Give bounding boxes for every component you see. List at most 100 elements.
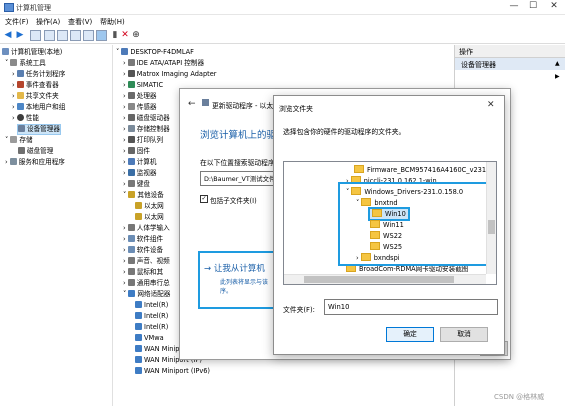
warning-device-icon xyxy=(135,213,142,220)
folder-name-input[interactable]: Win10 xyxy=(324,299,498,315)
device-item[interactable]: 以太网 xyxy=(135,213,164,222)
network-adapter-icon xyxy=(135,356,142,363)
horizontal-scrollbar[interactable] xyxy=(284,274,486,284)
folder-label: 文件夹(F): xyxy=(283,306,315,314)
device-category[interactable]: › 传感器 xyxy=(123,103,157,112)
device-manager-icon xyxy=(18,125,25,132)
tree-services[interactable]: › 服务和应用程序 xyxy=(5,158,65,167)
update-dialog-heading: 浏览计算机上的驱 xyxy=(200,130,277,141)
sound-icon xyxy=(127,257,135,264)
disk-drive-icon xyxy=(127,114,135,121)
include-subfolders-checkbox[interactable]: ✓ xyxy=(200,195,208,203)
device-root[interactable]: ˅ DESKTOP-F4DMLAF xyxy=(116,48,194,57)
device-category[interactable]: › SIMATIC xyxy=(123,81,163,90)
menu-action[interactable]: 操作(A) xyxy=(36,17,60,27)
tree-performance[interactable]: › 性能 xyxy=(12,114,39,123)
other-devices-icon xyxy=(128,191,136,198)
device-category[interactable]: › IDE ATA/ATAPI 控制器 xyxy=(123,59,204,68)
actions-device-manager[interactable]: 设备管理器 ▲ xyxy=(455,58,565,70)
storage-controller-icon xyxy=(127,125,135,132)
device-category[interactable]: › 磁盘驱动器 xyxy=(123,114,170,123)
ide-controller-icon xyxy=(127,59,135,66)
network-adapter-icon xyxy=(135,312,142,319)
collapse-icon[interactable]: ▲ xyxy=(555,60,560,67)
folder-item[interactable]: Firmware_BCM957416A4160C_v231 xyxy=(354,165,486,175)
folder-tree-view[interactable]: Firmware_BCM957416A4160C_v231 › niccli-2… xyxy=(283,161,497,285)
tree-shared-folders[interactable]: › 共享文件夹 xyxy=(12,92,59,101)
device-item[interactable]: WAN Miniport (IPv6) xyxy=(135,367,210,376)
enable-device-icon[interactable]: ⊕ xyxy=(131,30,141,40)
view-icon[interactable] xyxy=(70,30,81,41)
tree-device-manager[interactable]: 设备管理器 xyxy=(17,124,61,135)
tree-task-scheduler[interactable]: › 任务计划程序 xyxy=(12,70,65,79)
browse-close-button[interactable]: ✕ xyxy=(487,100,495,110)
disable-device-icon[interactable]: ▮ xyxy=(110,30,120,40)
device-category[interactable]: › 处理器 xyxy=(123,92,157,101)
driver-path-input[interactable]: D:\Baumer_VT测试文件 xyxy=(200,171,276,186)
scrollbar-thumb[interactable] xyxy=(304,276,454,283)
menu-help[interactable]: 帮助(H) xyxy=(100,17,125,27)
scan-hardware-icon[interactable] xyxy=(83,30,94,41)
firmware-icon xyxy=(127,147,135,154)
usb-icon xyxy=(127,279,135,286)
tree-storage[interactable]: ˅ 存储 xyxy=(5,136,33,145)
tree-event-viewer[interactable]: › 事件查看器 xyxy=(12,81,59,90)
properties-icon[interactable] xyxy=(44,30,55,41)
device-category[interactable]: ˅ 其他设备 xyxy=(123,191,164,200)
device-category[interactable]: › 软件组件 xyxy=(123,235,163,244)
show-tree-icon[interactable] xyxy=(30,30,41,41)
device-category[interactable]: › 软件设备 xyxy=(123,246,163,255)
device-category[interactable]: › 鼠标和其 xyxy=(123,268,163,277)
performance-icon xyxy=(16,114,24,121)
computer-management-icon xyxy=(4,3,14,12)
scrollbar-thumb[interactable] xyxy=(488,220,495,234)
device-category[interactable]: › 声音、视频 xyxy=(123,257,170,266)
network-adapter-icon xyxy=(128,290,136,297)
tree-disk-management[interactable]: 磁盘管理 xyxy=(18,147,53,156)
close-button[interactable]: ✕ xyxy=(545,1,563,12)
update-dialog-title: 更新驱动程序 - 以太 xyxy=(212,102,274,110)
computer-icon xyxy=(121,48,129,55)
tree-system-tools[interactable]: ˅ 系统工具 xyxy=(5,59,46,68)
menu-view[interactable]: 查看(V) xyxy=(68,17,92,27)
update-driver-icon[interactable] xyxy=(96,30,107,41)
toolbar: ◀ ▶ ▮ ✕ ⊕ xyxy=(0,28,565,44)
ok-button[interactable]: 确定 xyxy=(386,327,434,342)
device-category[interactable]: › 打印队列 xyxy=(123,136,163,145)
device-category[interactable]: › Matrox Imaging Adapter xyxy=(123,70,217,79)
warning-device-icon xyxy=(135,202,142,209)
tree-local-users[interactable]: › 本地用户和组 xyxy=(12,103,65,112)
device-category[interactable]: › 监视器 xyxy=(123,169,157,178)
device-item[interactable]: Intel(R) xyxy=(135,323,168,332)
device-icon xyxy=(202,99,209,106)
vertical-scrollbar[interactable] xyxy=(486,162,496,274)
device-category[interactable]: › 固件 xyxy=(123,147,150,156)
maximize-button[interactable]: ☐ xyxy=(524,1,542,12)
browse-dialog-title: 浏览文件夹 xyxy=(279,105,313,113)
network-adapter-icon xyxy=(135,334,142,341)
device-category[interactable]: › 人体学输入 xyxy=(123,224,170,233)
minimize-button[interactable]: — xyxy=(505,1,523,12)
help-icon[interactable] xyxy=(57,30,68,41)
back-icon[interactable]: ◀ xyxy=(3,30,13,40)
device-category[interactable]: › 通用串行总 xyxy=(123,279,170,288)
mouse-icon xyxy=(127,268,135,275)
watermark: CSDN @格林威 xyxy=(494,393,545,401)
cancel-button[interactable]: 取消 xyxy=(440,327,488,342)
forward-icon[interactable]: ▶ xyxy=(15,30,25,40)
tools-icon xyxy=(10,59,18,66)
device-item[interactable]: VMwa xyxy=(135,334,164,343)
back-arrow-icon[interactable]: ← xyxy=(188,99,196,109)
keyboard-icon xyxy=(127,180,135,187)
tree-root[interactable]: 计算机管理(本地) xyxy=(2,48,62,57)
menu-file[interactable]: 文件(F) xyxy=(5,17,29,27)
device-category[interactable]: › 键盘 xyxy=(123,180,150,189)
device-category[interactable]: › 计算机 xyxy=(123,158,157,167)
device-item[interactable]: 以太网 xyxy=(135,202,164,211)
device-category[interactable]: › 存储控制器 xyxy=(123,125,170,134)
more-actions-icon[interactable]: ▶ xyxy=(555,73,560,80)
device-category[interactable]: ˅ 网络适配器 xyxy=(123,290,170,299)
device-item[interactable]: Intel(R) xyxy=(135,312,168,321)
device-item[interactable]: Intel(R) xyxy=(135,301,168,310)
uninstall-icon[interactable]: ✕ xyxy=(120,30,130,40)
